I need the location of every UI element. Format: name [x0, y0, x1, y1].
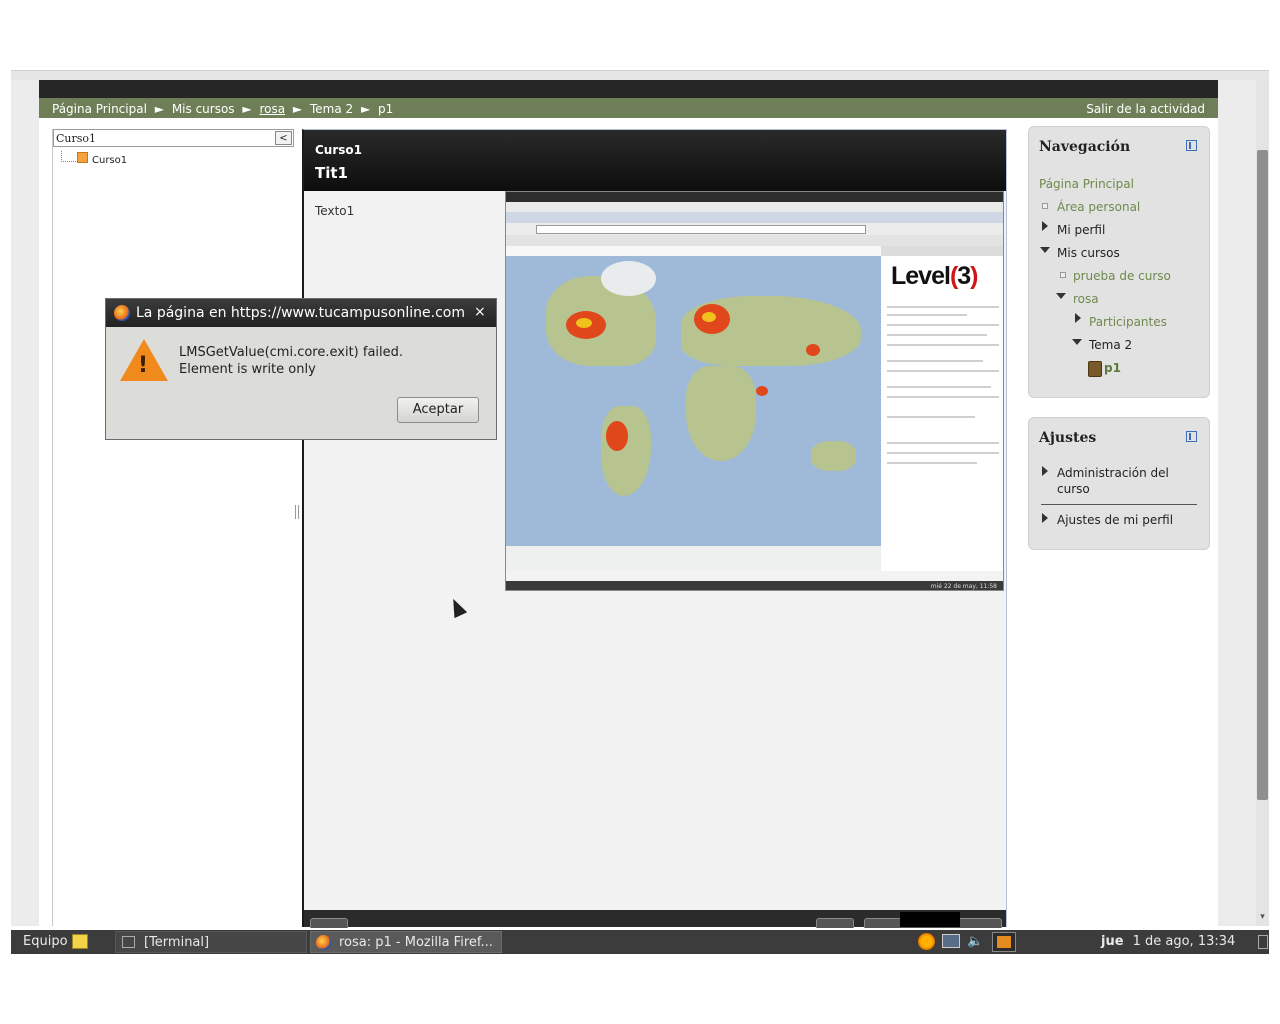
- image-url-field: [536, 225, 866, 234]
- settings-block-title: Ajustes: [1039, 430, 1097, 446]
- embedded-screenshot-image: Level(3) mié 22 de may, 11:58: [505, 191, 1004, 591]
- expand-arrow-icon[interactable]: [1042, 513, 1048, 523]
- settings-item-course-admin-line2[interactable]: curso: [1057, 482, 1090, 496]
- toc-item-curso1[interactable]: Curso1: [92, 155, 127, 166]
- bullet-icon: [1042, 203, 1048, 209]
- image-titlebar: [506, 192, 1003, 202]
- dialog-title: La página en https://www.tucampusonline.…: [136, 305, 465, 321]
- breadcrumb-current: p1: [378, 102, 394, 116]
- expand-arrow-icon[interactable]: [1042, 466, 1048, 476]
- content-header: Curso1 Tit1: [304, 130, 1006, 191]
- dock-block-icon[interactable]: [1186, 431, 1197, 442]
- pane-splitter-handle[interactable]: [295, 505, 299, 519]
- breadcrumb-separator: ►: [360, 102, 371, 116]
- footer-button[interactable]: [816, 918, 854, 928]
- nav-item-personal-area[interactable]: Área personal: [1057, 200, 1140, 214]
- taskbar-item-label: rosa: p1 - Mozilla Firef...: [339, 935, 493, 950]
- settings-item-course-admin[interactable]: Administración del: [1057, 466, 1169, 480]
- terminal-icon: [122, 936, 135, 948]
- update-icon-inner: [997, 936, 1011, 948]
- ok-button[interactable]: Aceptar: [397, 397, 479, 423]
- breadcrumb-separator: ►: [242, 102, 252, 116]
- dialog-message-line1: LMSGetValue(cmi.core.exit) failed.: [179, 345, 404, 360]
- nav-item-profile[interactable]: Mi perfil: [1057, 223, 1105, 237]
- breadcrumb-separator: ►: [292, 102, 303, 116]
- level3-logo: Level(3): [891, 262, 979, 290]
- nav-item-home[interactable]: Página Principal: [1039, 177, 1134, 191]
- toc-header: Curso1 <: [53, 129, 294, 147]
- footer-panel: [900, 912, 960, 927]
- bullet-icon: [1060, 272, 1066, 278]
- nav-item-course-rosa[interactable]: rosa: [1073, 292, 1099, 306]
- display-icon[interactable]: [942, 934, 960, 948]
- nav-item-course-test[interactable]: prueba de curso: [1073, 269, 1171, 283]
- expand-arrow-icon[interactable]: [1075, 313, 1081, 323]
- trash-icon[interactable]: [1258, 935, 1268, 949]
- image-toolbar: [506, 235, 1003, 246]
- taskbar-item-firefox[interactable]: rosa: p1 - Mozilla Firef...: [310, 931, 502, 953]
- tree-line: [61, 151, 76, 162]
- scroll-down-arrow-icon[interactable]: ▾: [1257, 912, 1268, 924]
- page-margin-left: [11, 80, 39, 926]
- course-name: Curso1: [315, 143, 363, 157]
- footer-button[interactable]: [310, 918, 348, 928]
- update-manager-icon[interactable]: [992, 932, 1016, 952]
- notes-icon[interactable]: [72, 934, 88, 949]
- close-icon[interactable]: ×: [474, 304, 486, 320]
- image-world-map: [506, 256, 881, 571]
- breadcrumb-topic[interactable]: Tema 2: [310, 102, 353, 116]
- firefox-icon: [316, 935, 331, 950]
- navigation-block: Navegación Página Principal Área persona…: [1028, 126, 1210, 398]
- scrollbar-thumb[interactable]: [1257, 150, 1268, 800]
- browser-toolbar-remnant: [11, 70, 1269, 80]
- divider: [1041, 504, 1197, 505]
- navigation-block-title: Navegación: [1039, 139, 1131, 155]
- taskbar-item-terminal[interactable]: [Terminal]: [115, 931, 307, 953]
- page-margin-right: [1218, 80, 1256, 926]
- breadcrumb: Página Principal ► Mis cursos ► rosa ► T…: [52, 102, 397, 116]
- collapse-arrow-icon[interactable]: [1072, 339, 1082, 345]
- volume-icon[interactable]: 🔈: [967, 934, 983, 949]
- image-statusbar: [506, 571, 1003, 581]
- dialog-message-line2: Element is write only: [179, 362, 316, 377]
- toc-collapse-button[interactable]: <: [275, 131, 292, 145]
- dock-block-icon[interactable]: [1186, 140, 1197, 151]
- os-taskbar: Equipo [Terminal] rosa: p1 - Mozilla Fir…: [11, 930, 1269, 954]
- nav-item-participants[interactable]: Participantes: [1089, 315, 1167, 329]
- weather-icon[interactable]: [918, 933, 935, 950]
- image-taskbar-time: mié 22 de may, 11:58: [930, 583, 997, 590]
- dialog-titlebar[interactable]: La página en https://www.tucampusonline.…: [106, 299, 496, 327]
- computer-menu[interactable]: Equipo: [23, 934, 68, 949]
- nav-item-p1[interactable]: p1: [1104, 361, 1121, 375]
- warning-mark: !: [138, 353, 149, 378]
- taskbar-item-label: [Terminal]: [144, 935, 210, 950]
- navbar: Página Principal ► Mis cursos ► rosa ► T…: [39, 98, 1218, 118]
- scorm-package-icon: [1088, 361, 1102, 377]
- image-taskbar: mié 22 de may, 11:58: [506, 581, 1003, 590]
- settings-block: Ajustes Administración del curso Ajustes…: [1028, 417, 1210, 550]
- lesson-title: Tit1: [315, 164, 348, 182]
- nav-item-topic2[interactable]: Tema 2: [1089, 338, 1132, 352]
- settings-item-profile[interactable]: Ajustes de mi perfil: [1057, 513, 1173, 527]
- sco-icon: [77, 152, 88, 163]
- breadcrumb-separator: ►: [154, 102, 164, 116]
- nav-item-my-courses[interactable]: Mis cursos: [1057, 246, 1120, 260]
- lesson-text: Texto1: [315, 204, 355, 218]
- image-tabbar: [506, 212, 1003, 223]
- breadcrumb-home[interactable]: Página Principal: [52, 102, 147, 116]
- collapse-arrow-icon[interactable]: [1056, 293, 1066, 299]
- image-menubar: [506, 202, 1003, 212]
- alert-dialog: La página en https://www.tucampusonline.…: [105, 298, 497, 440]
- firefox-icon: [114, 305, 130, 321]
- exit-activity-link[interactable]: Salir de la actividad: [1086, 102, 1205, 116]
- collapse-arrow-icon[interactable]: [1040, 247, 1050, 253]
- breadcrumb-my-courses[interactable]: Mis cursos: [172, 102, 235, 116]
- breadcrumb-course[interactable]: rosa: [259, 102, 285, 116]
- scorm-toc: Curso1 < Curso1: [52, 129, 294, 926]
- toc-title: Curso1: [56, 132, 97, 145]
- page-header-bar: [39, 80, 1218, 98]
- image-side-panel: Level(3): [881, 256, 1003, 571]
- clock[interactable]: jue 1 de ago, 13:34: [1101, 934, 1235, 949]
- expand-arrow-icon[interactable]: [1042, 221, 1048, 231]
